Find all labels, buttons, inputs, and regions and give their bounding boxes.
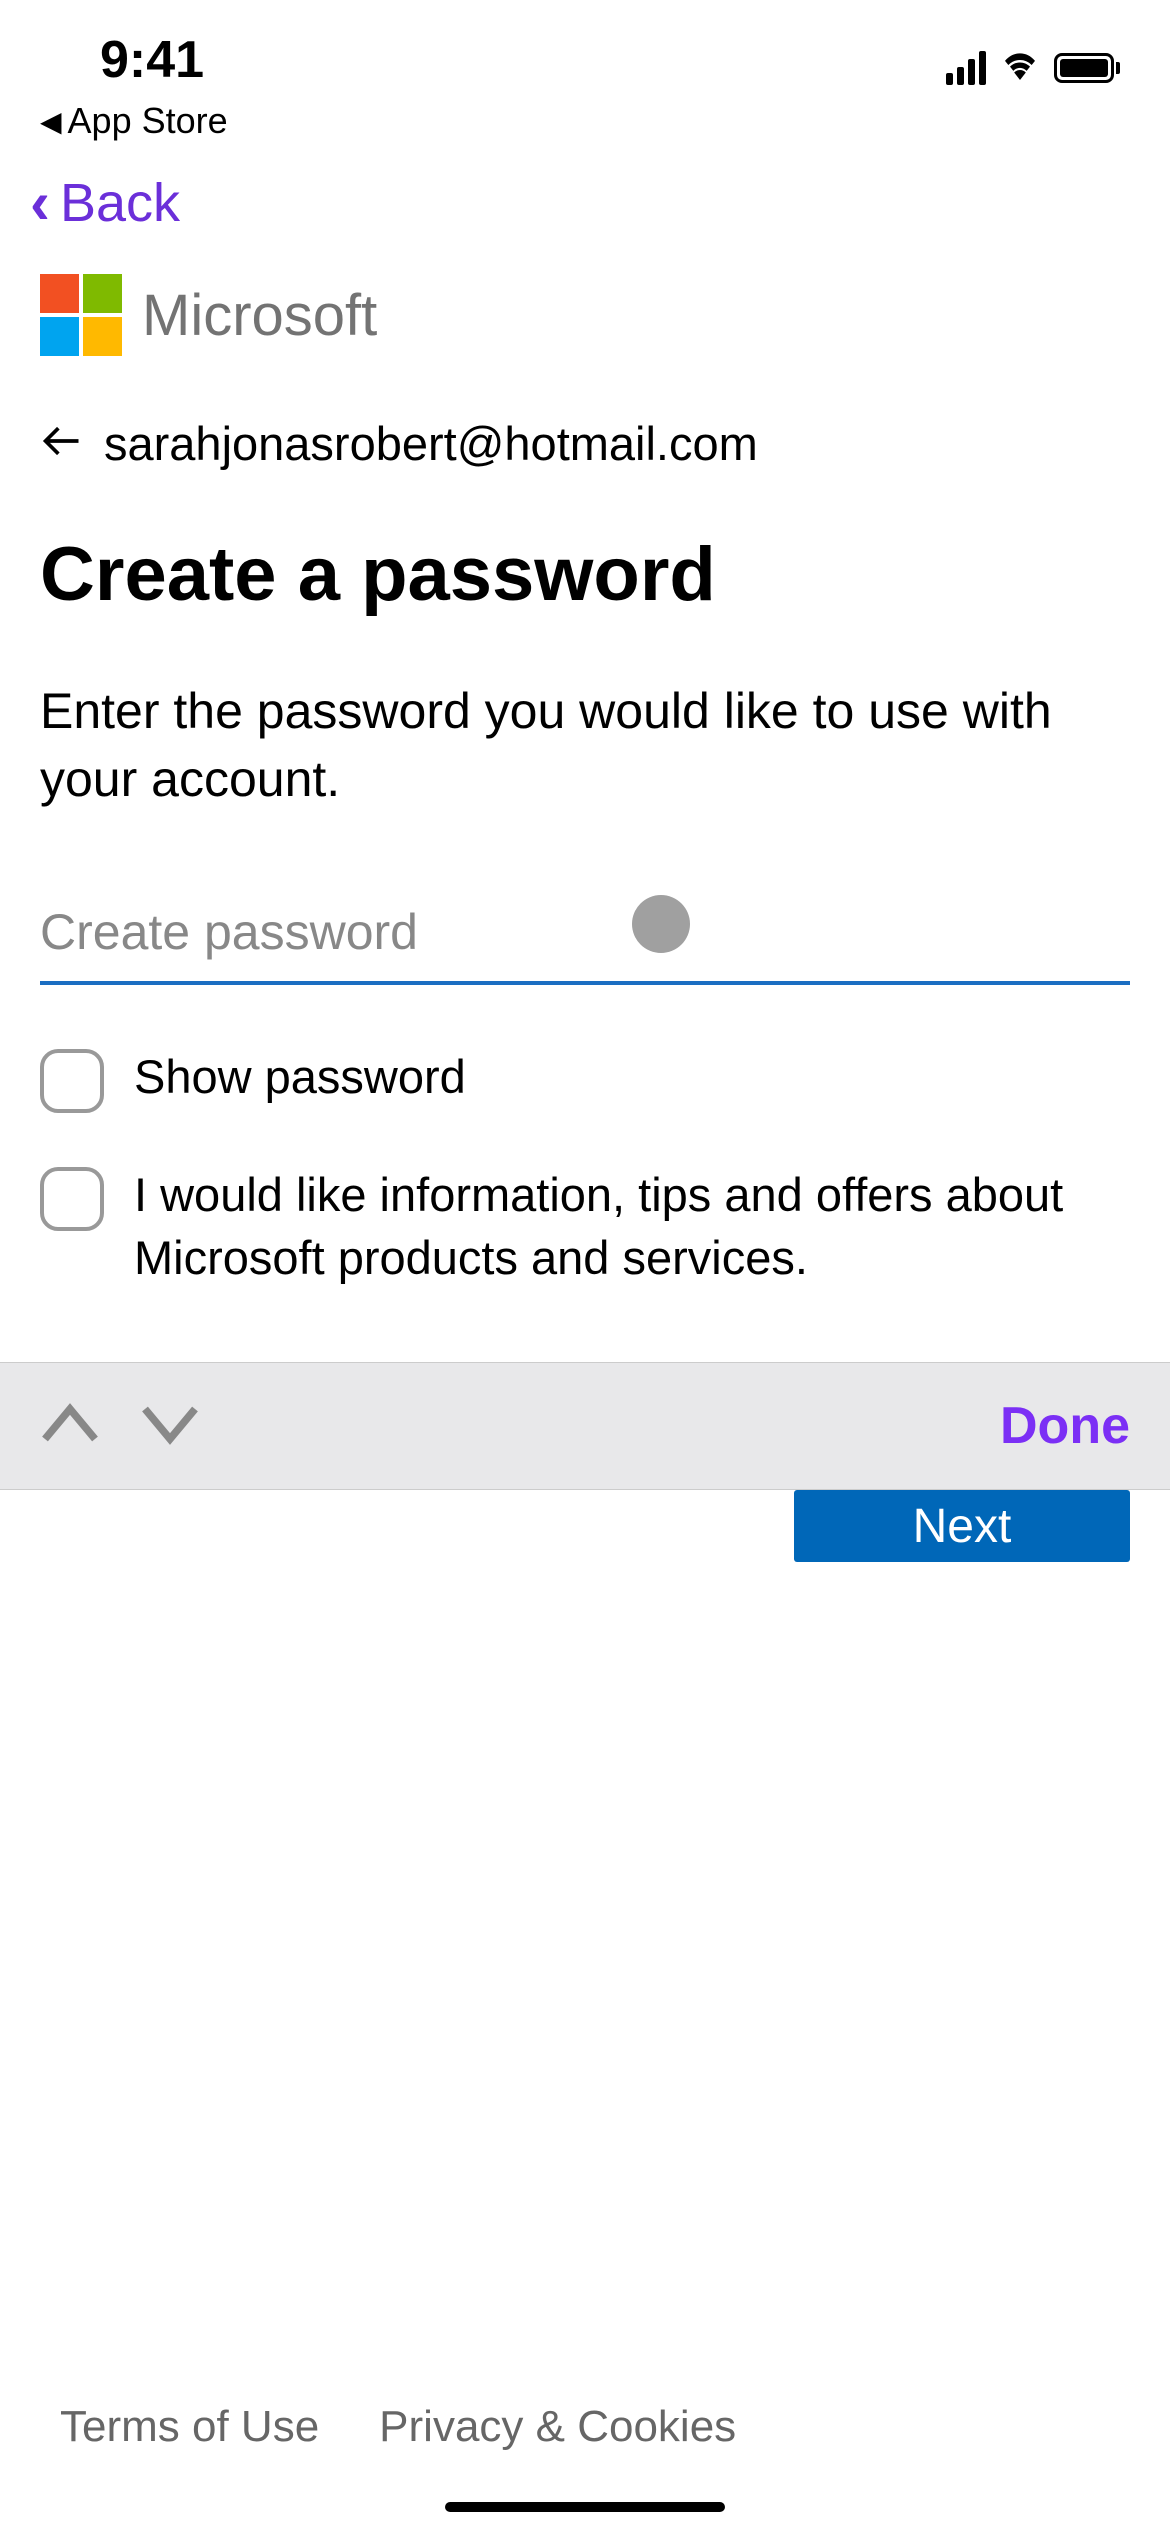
next-button[interactable]: Next <box>794 1490 1130 1562</box>
arrow-left-icon <box>40 419 84 468</box>
page-subtitle: Enter the password you would like to use… <box>40 678 1130 813</box>
keyboard-accessory-bar: Done <box>0 1362 1170 1490</box>
microsoft-brand: Microsoft <box>40 274 1130 356</box>
password-input[interactable] <box>40 883 1130 985</box>
breadcrumb-label: App Store <box>68 100 228 142</box>
home-indicator[interactable] <box>445 2502 725 2512</box>
breadcrumb-arrow-icon: ◀ <box>40 105 62 138</box>
terms-link[interactable]: Terms of Use <box>60 2402 319 2452</box>
breadcrumb-app-store[interactable]: ◀ App Store <box>0 100 1170 152</box>
battery-icon <box>1054 53 1120 83</box>
footer-links: Terms of Use Privacy & Cookies <box>60 2402 736 2452</box>
show-password-row[interactable]: Show password <box>40 1045 1130 1113</box>
marketing-optin-row[interactable]: I would like information, tips and offer… <box>40 1163 1130 1290</box>
text-cursor-indicator <box>632 895 690 953</box>
status-icons <box>946 30 1120 85</box>
next-field-button[interactable] <box>140 1403 200 1450</box>
keyboard-done-button[interactable]: Done <box>1000 1396 1130 1456</box>
show-password-label: Show password <box>134 1045 466 1108</box>
privacy-cookies-link[interactable]: Privacy & Cookies <box>379 2402 736 2452</box>
microsoft-logo-icon <box>40 274 122 356</box>
password-field-wrap <box>40 883 1130 985</box>
status-bar: 9:41 <box>0 0 1170 100</box>
page-title: Create a password <box>40 531 1130 618</box>
marketing-optin-checkbox[interactable] <box>40 1167 104 1231</box>
chevron-left-icon: ‹ <box>30 173 50 233</box>
status-time: 9:41 <box>100 30 204 90</box>
account-email: sarahjonasrobert@hotmail.com <box>104 416 758 471</box>
cellular-signal-icon <box>946 51 986 85</box>
account-email-back[interactable]: sarahjonasrobert@hotmail.com <box>40 416 1130 471</box>
wifi-icon <box>1000 50 1040 85</box>
show-password-checkbox[interactable] <box>40 1049 104 1113</box>
prev-field-button[interactable] <box>40 1403 100 1450</box>
nav-back-button[interactable]: ‹ Back <box>0 152 1170 274</box>
back-label: Back <box>60 172 180 234</box>
microsoft-brand-text: Microsoft <box>142 282 377 349</box>
marketing-optin-label: I would like information, tips and offer… <box>134 1163 1130 1290</box>
